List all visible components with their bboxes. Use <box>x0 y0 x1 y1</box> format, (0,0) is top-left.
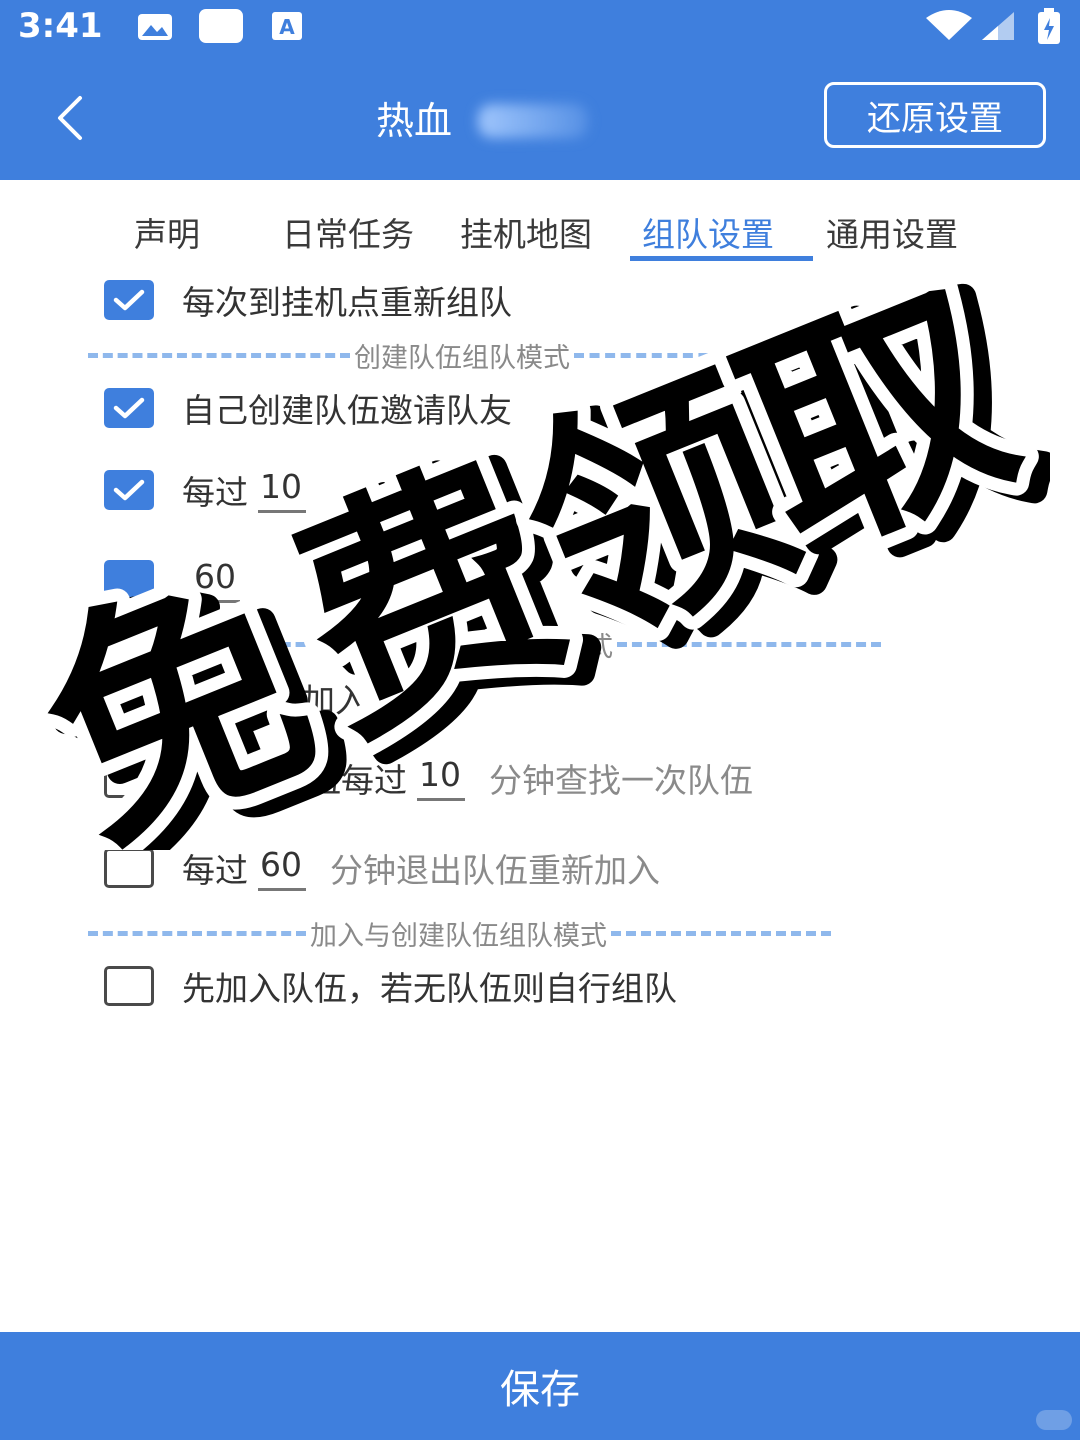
rebuild-every-checkbox[interactable] <box>104 560 154 600</box>
rejoin-row: 每次到挂机点重新组队 <box>104 272 512 328</box>
tab-idle-map[interactable]: 挂机地图 <box>460 208 592 256</box>
title-redaction <box>478 104 588 138</box>
rejoin-label: 每次到挂机点重新组队 <box>182 283 512 322</box>
check-icon <box>113 479 145 501</box>
exit-every-prefix: 每过 <box>182 851 248 890</box>
exit-interval-input[interactable]: 60 <box>258 845 306 891</box>
section-divider-mixed: 加入与创建队伍组队模式 <box>88 913 831 953</box>
save-button[interactable]: 保存 <box>0 1332 1080 1440</box>
section-divider-join: 队模式 <box>88 624 881 664</box>
gallery-icon <box>138 14 172 40</box>
app-bar: 3:41 A 热血 还原设置 <box>0 0 1080 180</box>
divider-line <box>617 641 881 647</box>
rejoin-checkbox[interactable] <box>104 280 154 320</box>
join-team-row: 加入 队伍 <box>104 670 445 726</box>
svg-text:取: 取 <box>725 250 1050 609</box>
divider-line <box>611 930 831 936</box>
divider-line <box>88 930 306 936</box>
divider-line <box>574 352 724 358</box>
tab-statement[interactable]: 声明 <box>134 208 200 256</box>
tab-team-settings[interactable]: 组队设置 <box>642 208 774 256</box>
active-tab-indicator <box>630 256 813 261</box>
exit-every-checkbox[interactable] <box>104 848 154 888</box>
search-every-checkbox[interactable] <box>104 758 154 798</box>
rebuild-suffix: 重 <box>424 563 457 602</box>
exit-every-suffix: 分钟退出队伍重新加入 <box>330 851 660 890</box>
invite-every-prefix: 每过 <box>182 473 248 512</box>
exit-every-row: 每过 60 分钟退出队伍重新加入 <box>104 840 660 896</box>
battery-icon <box>1038 8 1060 44</box>
check-icon <box>113 397 145 419</box>
search-every-row: 有队伍每过 10 分钟查找一次队伍 <box>104 750 753 806</box>
divider-line <box>88 641 528 647</box>
wifi-icon <box>926 10 972 40</box>
divider-line <box>88 352 350 358</box>
search-every-suffix: 分钟查找一次队伍 <box>489 761 753 800</box>
divider-label: 加入与创建队伍组队模式 <box>310 920 607 952</box>
restore-settings-button[interactable]: 还原设置 <box>824 82 1046 148</box>
search-every-prefix: 有队伍每过 <box>242 761 407 800</box>
search-interval-input[interactable]: 10 <box>417 755 465 801</box>
tab-general-settings[interactable]: 通用设置 <box>826 208 958 256</box>
signal-icon <box>982 12 1014 40</box>
join-team-label: 加入 队伍 <box>302 681 445 720</box>
invite-every-checkbox[interactable] <box>104 470 154 510</box>
rebuild-every-row: 60 重 <box>104 552 457 608</box>
rebuild-interval-input[interactable]: 60 <box>192 557 240 603</box>
self-create-row: 自己创建队伍邀请队友 <box>104 380 512 436</box>
svg-text:取: 取 <box>707 250 1048 602</box>
navigation-bar: 热血 还原设置 <box>0 60 1080 180</box>
section-divider-create: 创建队伍组队模式 <box>88 335 724 375</box>
join-first-label: 先加入队伍，若无队伍则自行组队 <box>182 969 677 1008</box>
translate-icon: A <box>272 12 302 40</box>
status-time: 3:41 <box>18 6 103 46</box>
notification-icon <box>199 9 243 43</box>
chevron-left-icon[interactable] <box>44 88 104 148</box>
watermark-badge <box>1036 1410 1072 1430</box>
page-title: 热血 <box>376 99 453 143</box>
status-bar: 3:41 A <box>0 0 1080 60</box>
check-icon <box>113 289 145 311</box>
join-team-checkbox[interactable] <box>104 678 154 718</box>
svg-text:A: A <box>279 15 295 39</box>
self-create-checkbox[interactable] <box>104 388 154 428</box>
tab-daily-tasks[interactable]: 日常任务 <box>282 208 414 256</box>
invite-interval-input[interactable]: 10 <box>258 467 306 513</box>
divider-label: 创建队伍组队模式 <box>354 342 570 374</box>
join-first-checkbox[interactable] <box>104 966 154 1006</box>
invite-every-row: 每过 10 <box>104 462 320 518</box>
promo-char-4: 取 取 <box>694 225 1079 622</box>
tab-bar: 声明 日常任务 挂机地图 组队设置 通用设置 <box>0 208 1080 268</box>
self-create-label: 自己创建队伍邀请队友 <box>182 391 512 430</box>
join-first-row: 先加入队伍，若无队伍则自行组队 <box>104 958 677 1014</box>
divider-label: 队模式 <box>532 631 613 663</box>
